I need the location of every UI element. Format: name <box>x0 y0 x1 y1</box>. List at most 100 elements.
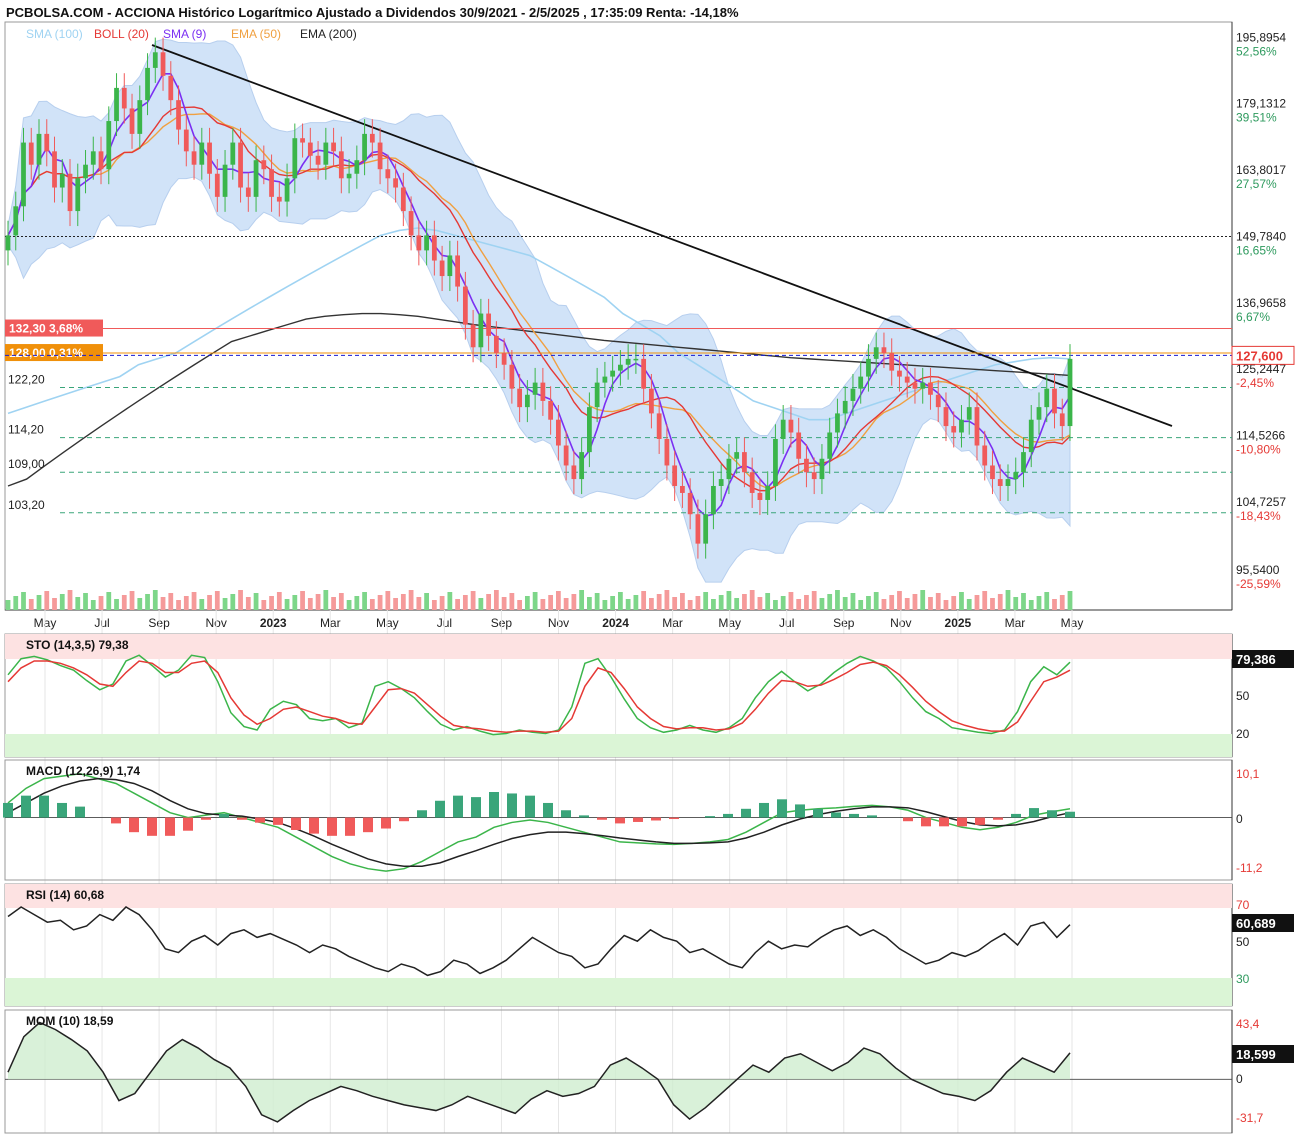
candle-body <box>75 178 81 212</box>
candle-body <box>524 394 530 408</box>
candle-body <box>152 52 158 68</box>
candle-body <box>385 169 391 179</box>
candle-body <box>501 353 507 365</box>
candle-body <box>362 133 367 161</box>
candle-body <box>982 445 988 466</box>
volume-bar <box>13 596 19 610</box>
candle-body <box>633 358 639 361</box>
price-tick-label: 179,1312 <box>1236 97 1286 111</box>
legend-ema50: EMA (50) <box>231 27 281 41</box>
histogram-bar <box>363 817 373 833</box>
candle-body <box>52 151 57 188</box>
candle-body <box>579 452 585 480</box>
volume-bar <box>114 599 119 610</box>
candle-body <box>1044 388 1050 408</box>
volume-bar <box>439 596 445 610</box>
candle-body <box>1052 388 1057 414</box>
candle-body <box>447 255 453 277</box>
volume-bar <box>98 596 104 610</box>
candle-body <box>726 458 732 480</box>
volume-bar <box>1028 600 1034 610</box>
volume-bar <box>261 600 267 610</box>
panel-zone <box>5 978 1232 1006</box>
volume-bar <box>462 595 468 610</box>
histogram-bar <box>705 816 715 818</box>
histogram-bar <box>831 812 841 818</box>
candle-body <box>292 138 298 179</box>
volume-bar <box>431 600 437 610</box>
histogram-bar <box>651 817 661 821</box>
volume-bar <box>292 595 298 610</box>
histogram-bar <box>615 817 625 824</box>
histogram-bar <box>561 810 571 818</box>
histogram-bar <box>957 817 967 827</box>
volume-bar <box>982 591 988 610</box>
volume-bar <box>493 590 499 610</box>
candle-body <box>656 413 662 439</box>
histogram-bar <box>507 793 517 818</box>
pct-tick-label: 6,67% <box>1236 310 1270 324</box>
volume-bar <box>835 590 840 610</box>
volume-bar <box>524 596 530 610</box>
volume-bar <box>742 594 747 610</box>
histogram-bar <box>219 813 229 818</box>
volume-bar <box>625 599 631 610</box>
panel-tick-label: 50 <box>1236 689 1250 703</box>
histogram-bar <box>345 817 355 836</box>
candle-body <box>307 142 313 156</box>
level-label: 122,20 <box>8 372 45 386</box>
volume-bar <box>424 593 429 610</box>
volume-bar <box>400 594 406 610</box>
volume-bar <box>1021 593 1026 610</box>
candle-body <box>780 419 786 439</box>
volume-bar <box>486 594 491 610</box>
volume-bar <box>904 598 910 610</box>
candle-body <box>276 196 282 202</box>
candle-body <box>245 187 251 197</box>
candle-body <box>920 382 926 389</box>
volume-bar <box>1013 597 1019 610</box>
panel-tick-label: 43,4 <box>1236 1017 1260 1031</box>
candle-body <box>462 286 468 325</box>
histogram-bar <box>183 817 193 831</box>
candle-body <box>966 407 972 420</box>
candle-body <box>974 407 980 446</box>
histogram-bar <box>759 802 769 818</box>
candle-body <box>315 155 321 165</box>
sto-panel: STO (14,3,5) 79,38 50 20 79,386 <box>4 633 1294 758</box>
volume-bar <box>307 598 313 610</box>
panel-title: MOM (10) 18,59 <box>26 1014 114 1028</box>
volume-bar <box>21 592 26 610</box>
volume-bar <box>1052 599 1057 610</box>
volume-bar <box>470 591 476 610</box>
candle-body <box>734 452 740 459</box>
histogram-bar <box>939 817 949 827</box>
volume-bar <box>532 592 538 610</box>
volume-bar <box>245 597 251 610</box>
volume-bar <box>1044 592 1050 610</box>
volume-bar <box>858 600 864 610</box>
volume-bar <box>28 599 34 610</box>
volume-bar <box>990 598 995 610</box>
panel-title: MACD (12,26,9) 1,74 <box>26 764 140 778</box>
histogram-bar <box>741 808 751 818</box>
candle-body <box>44 133 50 152</box>
volume-bar <box>90 600 96 610</box>
candle-body <box>129 108 135 134</box>
candle-body <box>881 347 887 354</box>
histogram-bar <box>849 813 859 818</box>
volume-bar <box>230 594 236 610</box>
histogram-bar <box>597 817 607 820</box>
level-label: 128,00 0,31% <box>9 346 83 360</box>
candle-body <box>618 364 623 371</box>
volume-bar <box>300 591 305 610</box>
candle-body <box>773 438 778 486</box>
candle-body <box>13 206 19 236</box>
level-label: 132,30 3,68% <box>9 322 83 336</box>
histogram-bar <box>453 795 463 818</box>
volume-bar <box>555 591 561 610</box>
volume-bar <box>323 590 329 610</box>
candle-body <box>338 151 344 179</box>
histogram-bar <box>921 817 931 827</box>
candle-body <box>680 485 685 493</box>
